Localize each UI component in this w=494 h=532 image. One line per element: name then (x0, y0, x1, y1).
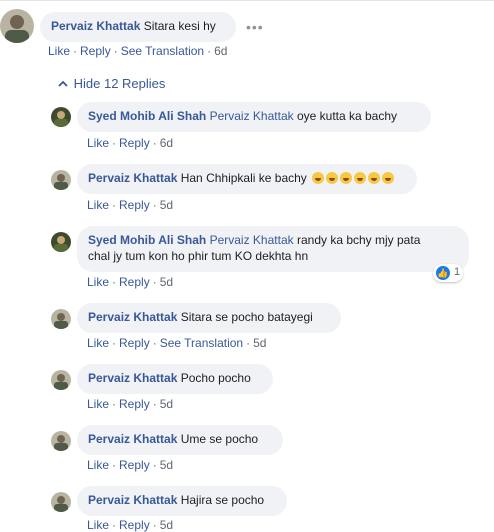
reply-link[interactable]: Reply (119, 397, 150, 411)
reply-author[interactable]: Pervaiz Khattak (88, 310, 177, 324)
reply-link[interactable]: Reply (119, 518, 150, 532)
avatar[interactable] (0, 9, 34, 43)
like-reaction-badge[interactable]: 👍 1 (433, 264, 463, 282)
reply-actions: Like · Reply · 5d (87, 397, 174, 411)
avatar[interactable] (51, 309, 71, 329)
avatar[interactable] (51, 107, 71, 127)
reply-link[interactable]: Reply (119, 458, 150, 472)
reply-text: Pocho pocho (180, 371, 251, 385)
hide-replies-toggle[interactable]: Hide 12 Replies (58, 76, 165, 91)
reply-timestamp[interactable]: 5d (160, 458, 173, 472)
reply-bubble: Pervaiz Khattak Han Chhipkali ke bachy (77, 164, 417, 194)
reply-author[interactable]: Pervaiz Khattak (88, 493, 177, 507)
reply-link[interactable]: Reply (80, 44, 111, 58)
reply-timestamp[interactable]: 5d (160, 275, 173, 289)
reply-link[interactable]: Reply (119, 198, 150, 212)
reply-author[interactable]: Pervaiz Khattak (88, 432, 177, 446)
reply-bubble: Pervaiz Khattak Sitara se pocho batayegi (77, 303, 341, 333)
reply-author[interactable]: Pervaiz Khattak (88, 171, 177, 185)
reply-text: Han Chhipkali ke bachy (180, 171, 307, 185)
like-link[interactable]: Like (87, 275, 109, 289)
avatar[interactable] (51, 431, 71, 451)
reply-mention[interactable]: Pervaiz Khattak (210, 233, 294, 247)
reply-bubble: Pervaiz Khattak Ume se pocho (77, 425, 283, 455)
avatar[interactable] (51, 492, 71, 512)
comment-timestamp[interactable]: 6d (214, 44, 227, 58)
reply-timestamp[interactable]: 5d (253, 336, 266, 350)
see-translation-link[interactable]: See Translation (160, 336, 243, 350)
avatar[interactable] (51, 170, 71, 190)
chevron-up-icon (58, 77, 70, 91)
hide-replies-label: Hide 12 Replies (73, 76, 166, 91)
reply-text: randy ka bchy mjy pata (296, 233, 421, 247)
avatar[interactable] (51, 370, 71, 390)
reply-bubble: Pervaiz Khattak Pocho pocho (77, 364, 273, 394)
like-link[interactable]: Like (87, 336, 109, 350)
reply-author[interactable]: Syed Mohib Ali Shah (88, 233, 206, 247)
like-link[interactable]: Like (48, 44, 70, 58)
reply-bubble: Pervaiz Khattak Hajira se pocho (77, 486, 287, 516)
comment-text: Sitara kesi hy (143, 19, 216, 33)
reply-timestamp[interactable]: 5d (160, 518, 173, 532)
reply-timestamp[interactable]: 6d (160, 136, 173, 150)
reply-mention[interactable]: Pervaiz Khattak (210, 109, 294, 123)
like-link[interactable]: Like (87, 518, 109, 532)
reply-actions: Like · Reply · 5d (87, 275, 174, 289)
like-link[interactable]: Like (87, 397, 109, 411)
reply-text: Sitara se pocho batayegi (180, 310, 313, 324)
reply-timestamp[interactable]: 5d (160, 397, 173, 411)
comment-author[interactable]: Pervaiz Khattak (51, 19, 140, 33)
reply-actions: Like · Reply · See Translation · 5d (87, 336, 267, 350)
like-reaction-icon: 👍 (436, 266, 450, 280)
reply-timestamp[interactable]: 5d (160, 198, 173, 212)
reply-actions: Like · Reply · 5d (87, 198, 174, 212)
reply-actions: Like · Reply · 5d (87, 458, 174, 472)
reaction-count: 1 (454, 266, 461, 278)
more-horizontal-icon[interactable]: ••• (246, 19, 264, 35)
reply-text: Hajira se pocho (180, 493, 265, 507)
reply-text-continued: chal jy tum kon ho phir tum KO dekhta hn (88, 249, 309, 263)
reply-bubble: Syed Mohib Ali Shah Pervaiz Khattak oye … (77, 102, 431, 132)
reply-link[interactable]: Reply (119, 136, 150, 150)
like-link[interactable]: Like (87, 458, 109, 472)
reply-link[interactable]: Reply (119, 336, 150, 350)
rofl-emoji-icon (310, 171, 395, 185)
top-divider (0, 0, 494, 1)
see-translation-link[interactable]: See Translation (121, 44, 204, 58)
reply-text: Ume se pocho (180, 432, 259, 446)
like-link[interactable]: Like (87, 136, 109, 150)
reply-author[interactable]: Pervaiz Khattak (88, 371, 177, 385)
reply-link[interactable]: Reply (119, 275, 150, 289)
like-link[interactable]: Like (87, 198, 109, 212)
reply-bubble: Syed Mohib Ali Shah Pervaiz Khattak rand… (77, 226, 469, 272)
avatar[interactable] (51, 232, 71, 252)
reply-text: oye kutta ka bachy (296, 109, 398, 123)
reply-actions: Like · Reply · 5d (87, 518, 174, 532)
comment-bubble: Pervaiz Khattak Sitara kesi hy (40, 12, 236, 42)
reply-author[interactable]: Syed Mohib Ali Shah (88, 109, 206, 123)
reply-actions: Like · Reply · 6d (87, 136, 174, 150)
comment-actions: Like · Reply · See Translation · 6d (48, 44, 228, 58)
